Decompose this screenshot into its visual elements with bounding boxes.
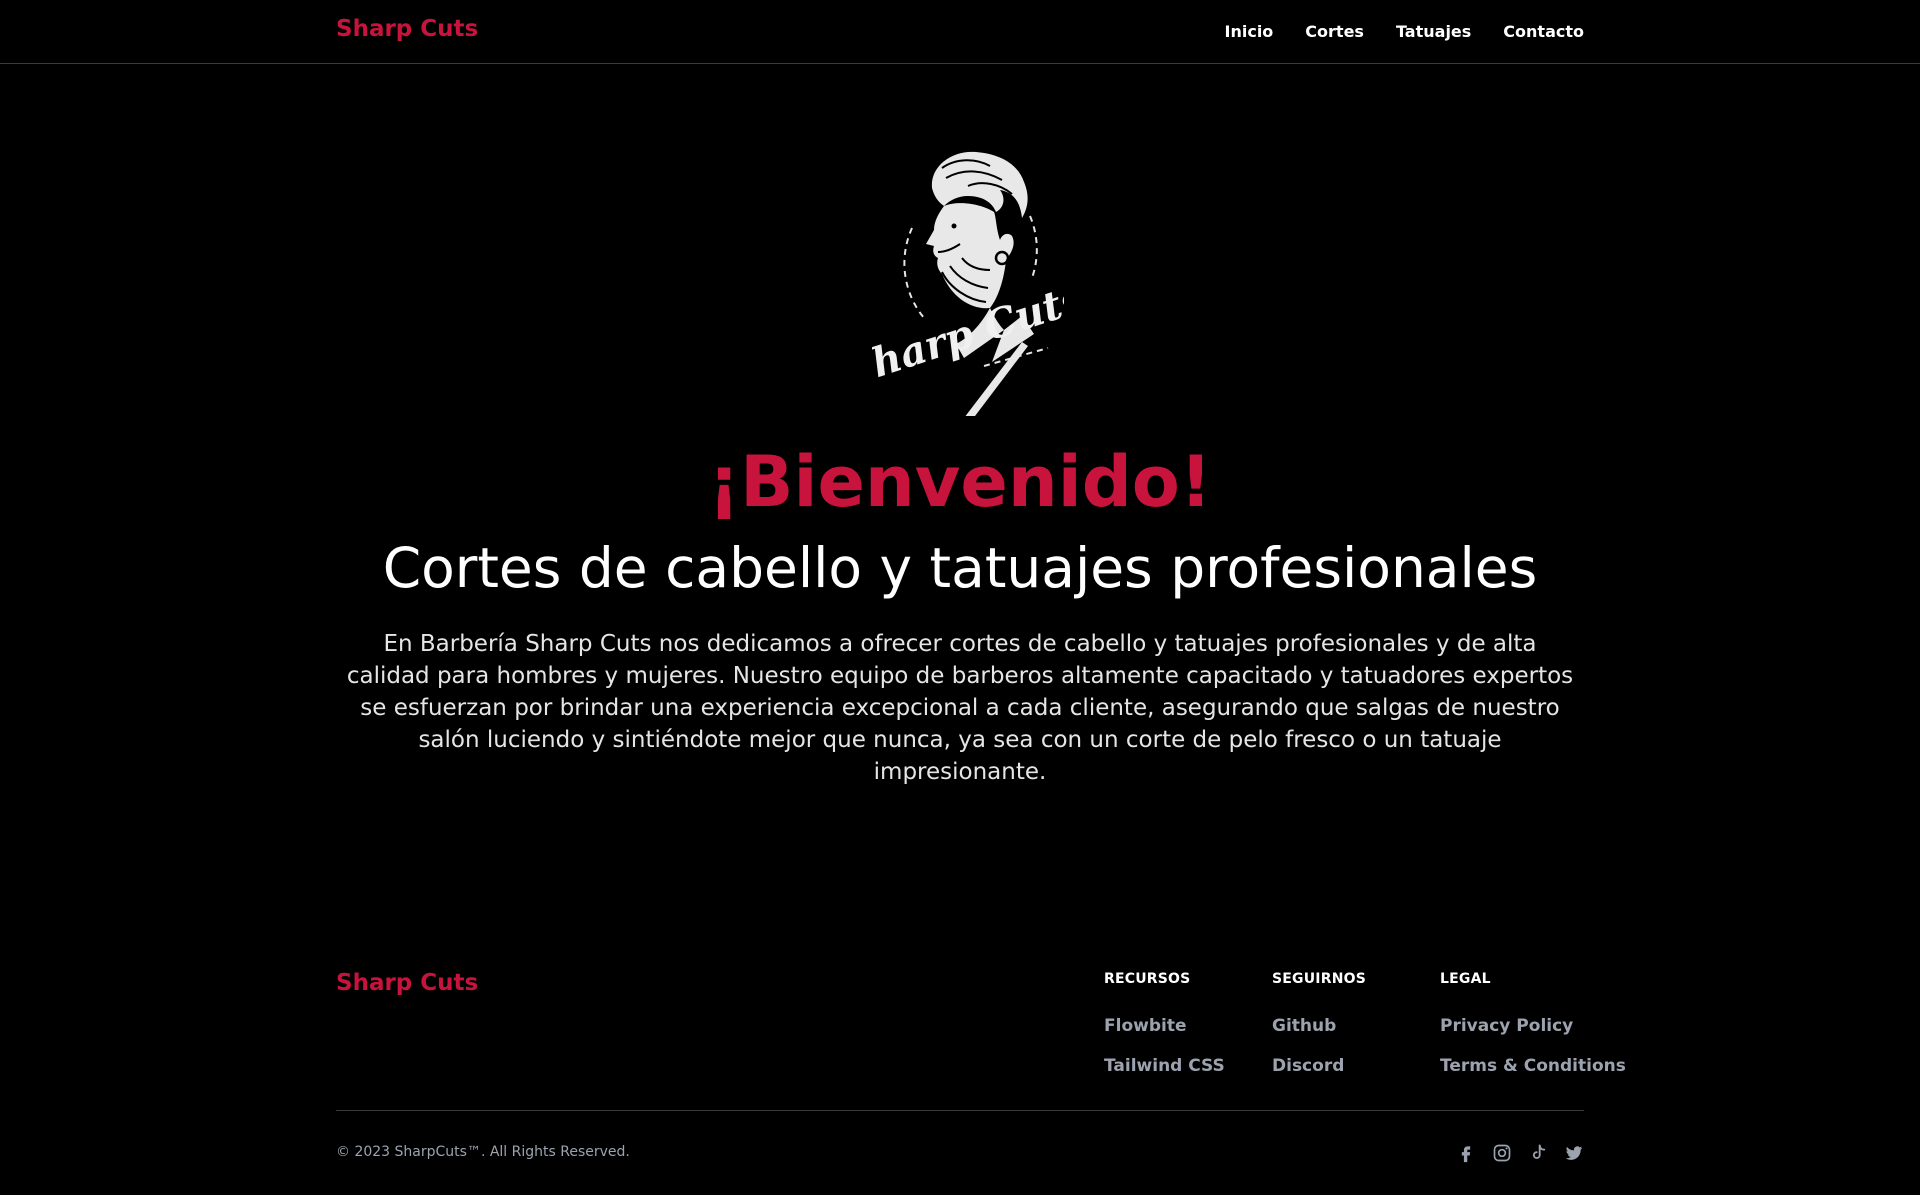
brand-logo-link[interactable]: Sharp Cuts <box>336 16 478 42</box>
barber-logo-image: Sharp Cuts <box>872 151 1064 416</box>
social-links <box>1456 1143 1584 1163</box>
facebook-icon[interactable] <box>1456 1143 1476 1163</box>
tiktok-icon[interactable] <box>1528 1143 1548 1163</box>
footer-link-github[interactable]: Github <box>1272 1016 1336 1036</box>
instagram-icon[interactable] <box>1492 1143 1512 1163</box>
footer-link-tailwind[interactable]: Tailwind CSS <box>1104 1056 1225 1076</box>
hero-subtitle: Cortes de cabello y tatuajes profesional… <box>382 536 1538 600</box>
footer-column-seguirnos: SEGUIRNOS Github Discord <box>1272 971 1366 1095</box>
nav-link-tatuajes[interactable]: Tatuajes <box>1396 22 1471 41</box>
footer-link-discord[interactable]: Discord <box>1272 1056 1344 1076</box>
footer-divider <box>336 1110 1584 1111</box>
footer-column-recursos: RECURSOS Flowbite Tailwind CSS <box>1104 971 1225 1095</box>
footer-link-flowbite[interactable]: Flowbite <box>1104 1016 1186 1036</box>
twitter-icon[interactable] <box>1564 1143 1584 1163</box>
nav-link-inicio[interactable]: Inicio <box>1225 22 1274 41</box>
nav-link-contacto[interactable]: Contacto <box>1503 22 1584 41</box>
footer-heading-legal: LEGAL <box>1440 971 1491 987</box>
nav-links: Inicio Cortes Tatuajes Contacto <box>1225 22 1585 41</box>
footer-heading-recursos: RECURSOS <box>1104 971 1191 987</box>
footer-link-terms-conditions[interactable]: Terms & Conditions <box>1440 1056 1626 1076</box>
nav-link-cortes[interactable]: Cortes <box>1305 22 1364 41</box>
navbar: Sharp Cuts Inicio Cortes Tatuajes Contac… <box>0 0 1920 64</box>
footer-brand-link[interactable]: Sharp Cuts <box>336 970 478 996</box>
footer-column-legal: LEGAL Privacy Policy Terms & Conditions <box>1440 971 1626 1095</box>
copyright-text: © 2023 SharpCuts™. All Rights Reserved. <box>336 1144 630 1160</box>
footer-link-privacy-policy[interactable]: Privacy Policy <box>1440 1016 1573 1036</box>
hero-title: ¡Bienvenido! <box>708 441 1212 523</box>
footer-heading-seguirnos: SEGUIRNOS <box>1272 971 1366 987</box>
hero-description: En Barbería Sharp Cuts nos dedicamos a o… <box>346 631 1574 785</box>
